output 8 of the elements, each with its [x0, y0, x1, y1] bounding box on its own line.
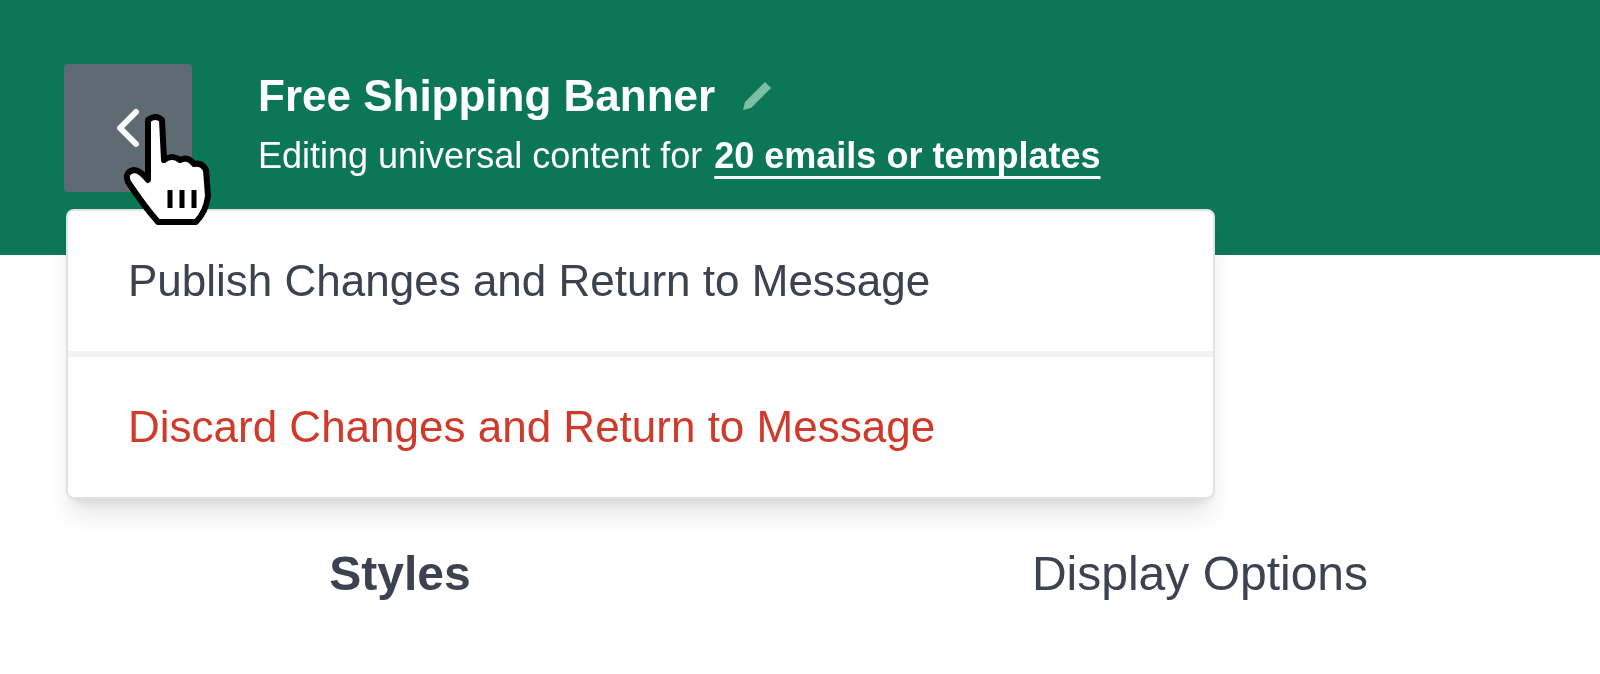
menu-item[interactable]: Discard Changes and Return to Message [68, 357, 1213, 497]
templates-link[interactable]: 20 emails or templates [714, 138, 1101, 174]
subtitle: Editing universal content for [258, 138, 703, 174]
tab[interactable]: Styles [329, 550, 471, 598]
menu-item[interactable]: Publish Changes and Return to Message [68, 211, 1213, 351]
page-title: Free Shipping Banner [258, 74, 716, 118]
tab[interactable]: Display Options [1031, 550, 1369, 598]
chevron-left-icon [114, 108, 142, 148]
